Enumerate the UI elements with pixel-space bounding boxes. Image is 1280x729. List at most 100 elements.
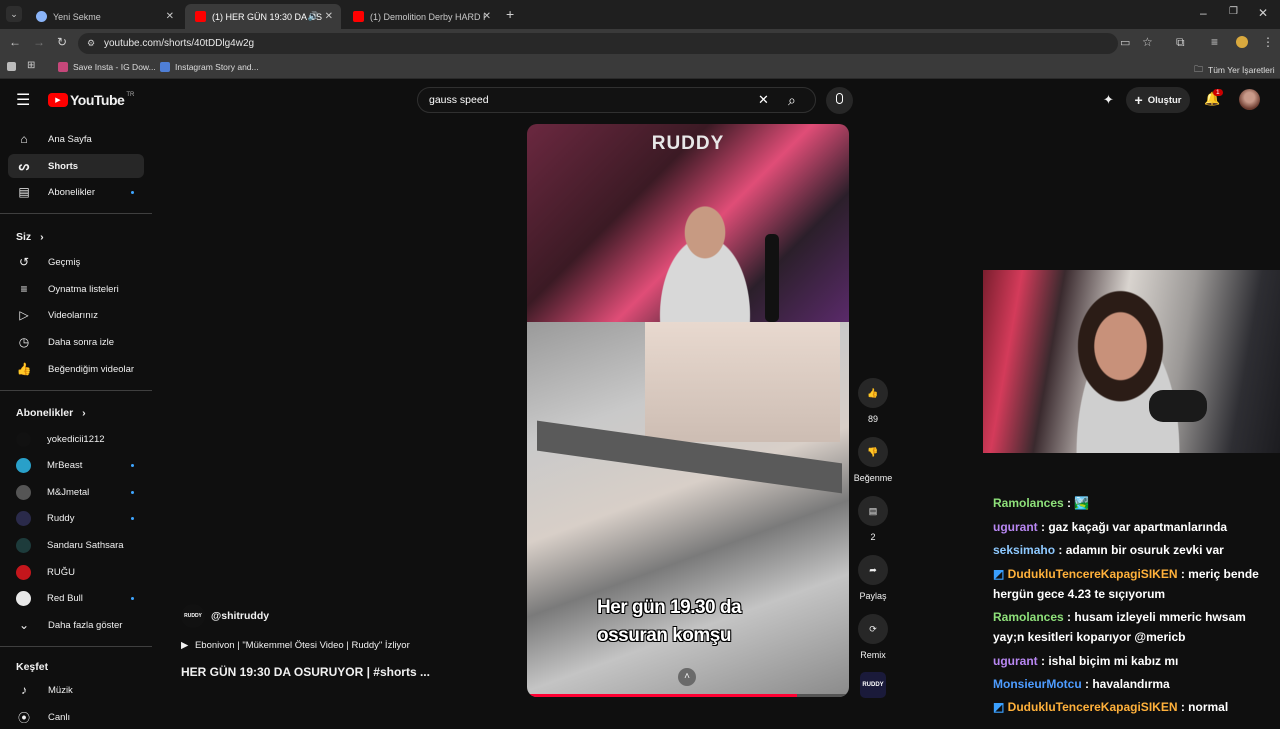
channel-info[interactable]: RUDDY @shitruddy <box>181 604 269 628</box>
url-text: youtube.com/shorts/40tDDlg4w2g <box>104 38 255 49</box>
remix-icon: ⟳ <box>858 614 888 644</box>
sidebar-item-label: MrBeast <box>47 460 83 472</box>
chat-separator: : <box>1063 610 1075 624</box>
share-button[interactable]: ➦ Paylaş <box>856 555 890 601</box>
sidebar-item-subscription[interactable]: RUĞU <box>8 560 144 584</box>
like-button[interactable]: 👍 89 <box>856 378 890 424</box>
chat-text: ishal biçim mi kabız mı <box>1048 654 1179 668</box>
share-label: Paylaş <box>859 591 887 601</box>
remix-button[interactable]: ⟳ Remix <box>856 614 890 660</box>
restore-icon[interactable]: ❐ <box>1229 6 1238 17</box>
channel-avatar <box>16 458 31 474</box>
video-title[interactable]: HER GÜN 19:30 DA OSURUYOR | #shorts ... <box>181 665 430 679</box>
tab-shorts-video[interactable]: (1) HER GÜN 19:30 DA OSU 🔊 ✕ <box>185 4 341 29</box>
now-playing-row[interactable]: ▶ Ebonivon | "Mükemmel Ötesi Video | Rud… <box>181 640 410 651</box>
bookmark-save-insta[interactable]: Save Insta - IG Dow... <box>58 62 156 72</box>
sidebar-item-shorts[interactable]: ᔕ Shorts <box>8 154 144 178</box>
close-window-icon[interactable]: ✕ <box>1258 6 1268 20</box>
comments-button[interactable]: ▤ 2 <box>856 496 890 542</box>
sidebar-item-subscriptions[interactable]: ▤ Abonelikler <box>8 180 144 204</box>
search-input[interactable]: gauss speed ✕ ⌕ <box>417 87 816 113</box>
chat-message: ◩ DudukluTencereKapagiSIKEN : meriç bend… <box>993 564 1273 604</box>
menu-icon[interactable]: ⋮ <box>1262 35 1274 49</box>
url-field[interactable]: ⚙ youtube.com/shorts/40tDDlg4w2g <box>78 33 1118 54</box>
new-tab-icon[interactable]: + <box>506 6 514 22</box>
close-tab-icon[interactable]: ✕ <box>483 11 491 22</box>
site-info-icon[interactable]: ⚙ <box>87 33 95 54</box>
show-more-button[interactable]: ⌄ Daha fazla göster <box>8 613 144 637</box>
sidebar-item-home[interactable]: ⌂ Ana Sayfa <box>8 127 144 151</box>
close-tab-icon[interactable]: ✕ <box>325 11 333 22</box>
account-avatar[interactable] <box>1239 89 1260 110</box>
search-text: gauss speed <box>429 94 489 106</box>
subscriptions-heading-label: Abonelikler <box>16 407 74 419</box>
close-tab-icon[interactable]: ✕ <box>166 11 174 22</box>
sidebar-item-label: Red Bull <box>47 593 83 605</box>
back-icon[interactable]: ← <box>9 35 21 49</box>
show-more-label: Daha fazla göster <box>48 619 123 631</box>
explore-section-heading: Keşfet <box>16 661 48 673</box>
microphone-arm <box>765 234 779 322</box>
sidebar-item-history[interactable]: ↺ Geçmiş <box>8 250 144 274</box>
chat-username: MonsieurMotcu <box>993 677 1082 691</box>
subscriber-badge-icon: ◩ <box>993 700 1008 714</box>
scroll-up-button[interactable]: ˄ <box>678 668 696 686</box>
progress-fill <box>527 694 798 697</box>
new-content-dot <box>131 597 134 601</box>
tab-search-icon[interactable]: ⌄ <box>6 6 22 22</box>
minimize-icon[interactable]: – <box>1200 6 1207 20</box>
sidebar-item-your-videos[interactable]: ▷ Videolarınız <box>8 303 144 327</box>
sidebar-item-subscription[interactable]: MrBeast <box>8 454 144 478</box>
bookmark-star-icon[interactable]: ☆ <box>1142 35 1153 49</box>
sidebar-item-label: Sandaru Sathsara <box>47 539 124 551</box>
subscriptions-section-heading[interactable]: Abonelikler › <box>16 407 86 419</box>
tab-new-tab[interactable]: Yeni Sekme ✕ <box>26 4 182 29</box>
now-playing-text: Ebonivon | "Mükemmel Ötesi Video | Ruddy… <box>194 640 410 651</box>
video-progress-bar[interactable] <box>527 694 849 697</box>
bookmark-instagram-story[interactable]: Instagram Story and... <box>160 62 259 72</box>
reload-icon[interactable]: ↻ <box>57 35 67 49</box>
media-controls-icon[interactable]: ≡ <box>1211 35 1218 49</box>
tab-demolition-derby[interactable]: (1) Demolition Derby HARD HI ✕ <box>343 4 499 29</box>
home-icon: ⌂ <box>20 132 28 146</box>
youtube-logo[interactable]: ▶ YouTube TR <box>48 92 134 108</box>
shorts-video-player[interactable]: RUDDY Her gün 19.30 da ossuran komşu ˄ <box>527 124 849 697</box>
dislike-button[interactable]: 👎 Beğenme <box>850 437 896 483</box>
sidebar-item-music[interactable]: ♪ Müzik <box>8 678 144 702</box>
install-icon[interactable]: ▭ <box>1120 36 1130 49</box>
chat-message: ugurant : ishal biçim mi kabız mı <box>993 651 1273 671</box>
hamburger-menu-icon[interactable]: ☰ <box>16 90 30 110</box>
webcam-microphone <box>1149 390 1207 422</box>
video-overlay-title: RUDDY <box>651 133 725 154</box>
streamer-webcam-overlay <box>983 270 1280 453</box>
you-section-heading[interactable]: Siz › <box>16 231 44 243</box>
sidebar-item-playlists[interactable]: ≡ Oynatma listeleri <box>8 277 144 301</box>
clear-search-icon[interactable]: ✕ <box>758 88 769 112</box>
sidebar-item-liked-videos[interactable]: 👍 Beğendiğim videolar <box>8 357 144 381</box>
sidebar-item-watch-later[interactable]: ◷ Daha sonra izle <box>8 330 144 354</box>
music-icon: ♪ <box>21 683 27 697</box>
extensions-icon[interactable]: ⧉ <box>1176 35 1185 50</box>
sidebar-item-live[interactable]: ⦿ Canlı <box>8 705 144 729</box>
save-insta-icon <box>58 62 68 72</box>
sidebar-item-label: Videolarınız <box>48 309 98 321</box>
all-bookmarks[interactable]: 🗀 Tüm Yer İşaretleri <box>1194 62 1275 78</box>
shorts-icon: ᔕ <box>18 159 30 173</box>
bookmark-label: Instagram Story and... <box>175 62 259 72</box>
voice-search-button[interactable] <box>826 87 853 114</box>
create-button[interactable]: + Oluştur <box>1126 87 1190 113</box>
grid-icon[interactable]: ⊞ <box>27 60 35 71</box>
profile-icon[interactable] <box>1236 36 1248 48</box>
apps-icon[interactable] <box>7 62 16 71</box>
sidebar-item-subscription[interactable]: Ruddy <box>8 507 144 531</box>
sidebar-item-subscription[interactable]: M&Jmetal <box>8 480 144 504</box>
chat-username: seksimaho <box>993 543 1056 557</box>
search-button-icon[interactable]: ⌕ <box>788 88 796 112</box>
forward-icon[interactable]: → <box>33 35 45 49</box>
sidebar-item-subscription[interactable]: yokedicii1212 <box>8 427 144 451</box>
channel-audio-thumbnail[interactable]: RUDDY <box>860 672 886 698</box>
shorts-remix-icon[interactable]: ✦ <box>1103 92 1114 108</box>
sidebar-item-subscription[interactable]: Sandaru Sathsara <box>8 533 144 557</box>
audio-icon[interactable]: 🔊 <box>308 11 319 22</box>
sidebar-item-subscription[interactable]: Red Bull <box>8 587 144 611</box>
